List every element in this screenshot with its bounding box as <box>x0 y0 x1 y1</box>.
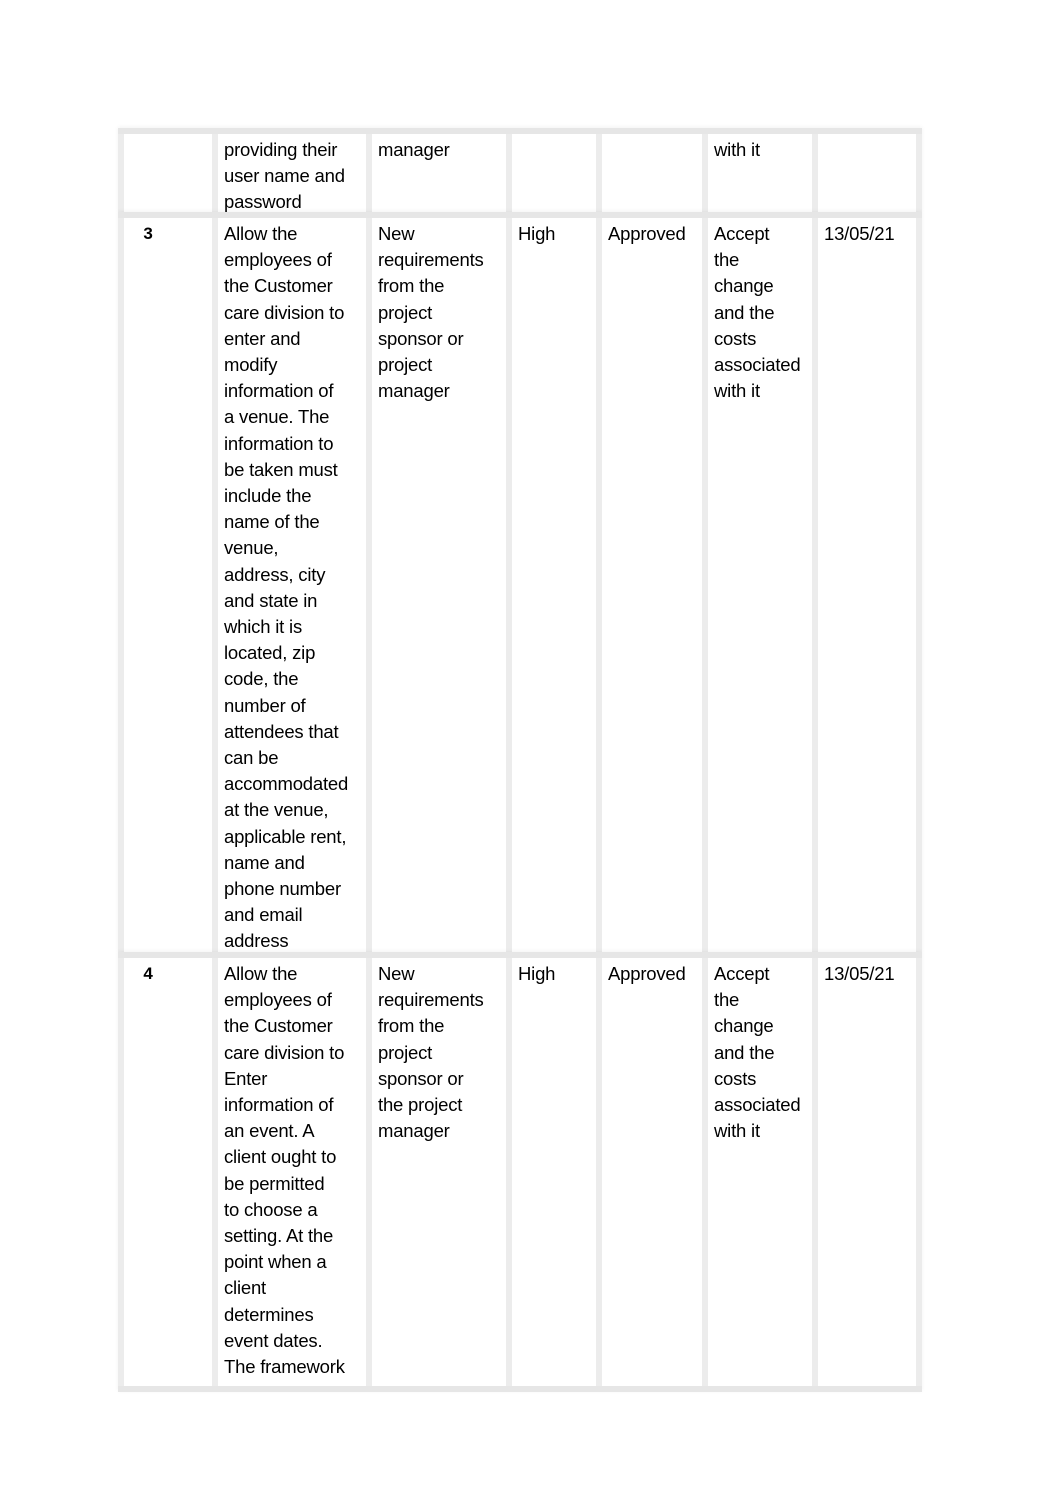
cell-number: 3 <box>118 218 212 952</box>
cell-source: New requirements from the project sponso… <box>366 958 506 1386</box>
table-row: providing their user name and password m… <box>118 128 922 212</box>
cell-priority: High <box>506 958 596 1386</box>
cell-action: Accept the change and the costs associat… <box>702 218 812 952</box>
cell-number: 4 <box>118 958 212 1386</box>
table-row: 3 Allow the employees of the Customer ca… <box>118 212 922 952</box>
cell-requirement: Allow the employees of the Customer care… <box>212 218 366 952</box>
cell-action: Accept the change and the costs associat… <box>702 958 812 1386</box>
cell-requirement: providing their user name and password <box>212 134 366 212</box>
cell-action: with it <box>702 134 812 212</box>
cell-source: New requirements from the project sponso… <box>366 218 506 952</box>
cell-date: 13/05/21 <box>812 218 922 952</box>
change-request-table: providing their user name and password m… <box>118 128 922 1392</box>
cell-date: 13/05/21 <box>812 958 922 1386</box>
cell-status <box>596 134 702 212</box>
cell-status: Approved <box>596 958 702 1386</box>
cell-date <box>812 134 922 212</box>
cell-requirement: Allow the employees of the Customer care… <box>212 958 366 1386</box>
cell-priority: High <box>506 218 596 952</box>
table-row: 4 Allow the employees of the Customer ca… <box>118 952 922 1392</box>
cell-number <box>118 134 212 212</box>
cell-status: Approved <box>596 218 702 952</box>
cell-source: manager <box>366 134 506 212</box>
cell-priority <box>506 134 596 212</box>
